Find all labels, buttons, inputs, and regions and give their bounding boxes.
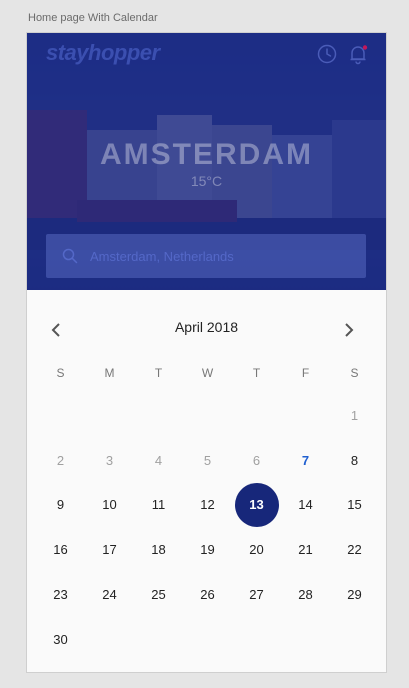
hero-banner: stayhopper AMSTERDAM 15°C — [27, 33, 386, 290]
city-temperature: 15°C — [190, 173, 223, 189]
day-cell[interactable]: 23 — [36, 572, 85, 617]
day-number: 18 — [151, 542, 166, 558]
day-cell[interactable]: 6 — [232, 438, 281, 483]
day-number: 28 — [298, 587, 313, 603]
day-number: 8 — [350, 452, 359, 468]
day-number: 27 — [249, 587, 264, 603]
weekday-label: M — [104, 366, 115, 380]
day-cell[interactable]: 18 — [134, 527, 183, 572]
app-logo[interactable]: stayhopper — [46, 40, 160, 66]
day-number: 19 — [200, 542, 215, 558]
weekday-label: W — [201, 366, 214, 380]
search-icon — [62, 248, 78, 264]
day-cell[interactable]: 22 — [330, 527, 379, 572]
day-cell[interactable]: 24 — [85, 572, 134, 617]
day-number: 20 — [249, 542, 264, 558]
bell-icon[interactable] — [347, 43, 369, 65]
day-cell[interactable]: 8 — [330, 438, 379, 483]
day-number: 26 — [200, 587, 215, 603]
day-cell[interactable]: 12 — [183, 483, 232, 528]
day-cell[interactable]: 7 — [281, 438, 330, 483]
day-cell[interactable]: 27 — [232, 572, 281, 617]
day-number: 29 — [347, 587, 362, 603]
weekday-row: S M T W T F S — [36, 366, 378, 380]
calendar-header: April 2018 — [27, 290, 386, 350]
day-number: 24 — [102, 587, 117, 603]
day-cell-empty — [85, 393, 134, 438]
day-number: 4 — [154, 452, 163, 468]
day-cell[interactable]: 3 — [85, 438, 134, 483]
day-number: 11 — [151, 497, 166, 513]
day-number: 13 — [234, 482, 279, 527]
day-cell[interactable]: 19 — [183, 527, 232, 572]
day-cell[interactable]: 14 — [281, 483, 330, 528]
month-title: April 2018 — [174, 319, 239, 335]
search-input[interactable] — [90, 234, 360, 278]
day-cell[interactable]: 16 — [36, 527, 85, 572]
day-number: 16 — [53, 542, 68, 558]
day-cell-selected[interactable]: 13 — [232, 482, 281, 528]
day-cell[interactable]: 17 — [85, 527, 134, 572]
city-name: AMSTERDAM — [100, 138, 313, 171]
day-number: 25 — [151, 587, 166, 603]
weekday-label: S — [56, 366, 65, 380]
day-cell[interactable]: 9 — [36, 483, 85, 528]
day-cell-empty — [36, 393, 85, 438]
day-cell-empty — [134, 393, 183, 438]
calendar: April 2018 S M T W T F S 1 2 3 4 5 6 7 8 9 10 11 12… — [27, 290, 386, 672]
day-cell[interactable]: 30 — [36, 617, 85, 662]
day-cell[interactable]: 25 — [134, 572, 183, 617]
day-number: 10 — [102, 497, 117, 513]
day-number: 1 — [350, 407, 359, 423]
clock-icon[interactable] — [316, 43, 338, 65]
day-number: 12 — [200, 497, 215, 513]
day-number: 22 — [347, 542, 362, 558]
day-cell[interactable]: 4 — [134, 438, 183, 483]
day-cell[interactable]: 2 — [36, 438, 85, 483]
day-cell[interactable]: 5 — [183, 438, 232, 483]
day-cell[interactable]: 20 — [232, 527, 281, 572]
artboard-label: Home page With Calendar — [28, 12, 158, 24]
day-cell-empty — [183, 393, 232, 438]
day-number: 3 — [105, 452, 114, 468]
chevron-right-icon[interactable] — [337, 318, 361, 342]
day-number: 5 — [203, 452, 212, 468]
phone-frame: stayhopper AMSTERDAM 15°C Amsterdam, Net… — [26, 32, 387, 673]
day-cell[interactable]: 29 — [330, 572, 379, 617]
day-number: 15 — [347, 497, 362, 513]
day-grid: 1 2 3 4 5 6 7 8 9 10 11 12 13 14 15 16 17 18 19 20 21 22 23 24 2… — [36, 393, 378, 662]
day-number: 30 — [53, 631, 68, 647]
day-number: 2 — [56, 452, 65, 468]
day-cell[interactable]: 11 — [134, 483, 183, 528]
day-number: 9 — [56, 497, 65, 513]
day-cell[interactable]: 21 — [281, 527, 330, 572]
day-number: 14 — [298, 497, 313, 513]
day-number: 21 — [298, 542, 313, 558]
day-number: 23 — [53, 587, 68, 603]
day-number: 6 — [252, 452, 261, 468]
day-cell-empty — [281, 393, 330, 438]
day-cell[interactable]: 1 — [330, 393, 379, 438]
weekday-label: T — [154, 366, 163, 380]
top-bar: stayhopper — [27, 33, 386, 77]
day-cell[interactable]: 26 — [183, 572, 232, 617]
day-number: 7 — [301, 452, 310, 468]
day-cell-empty — [232, 393, 281, 438]
day-number: 17 — [102, 542, 117, 558]
day-cell[interactable]: 15 — [330, 483, 379, 528]
search-box[interactable] — [46, 234, 366, 278]
day-cell[interactable]: 28 — [281, 572, 330, 617]
weekday-label: S — [350, 366, 359, 380]
day-cell[interactable]: 10 — [85, 483, 134, 528]
weekday-label: T — [252, 366, 261, 380]
weekday-label: F — [301, 366, 310, 380]
